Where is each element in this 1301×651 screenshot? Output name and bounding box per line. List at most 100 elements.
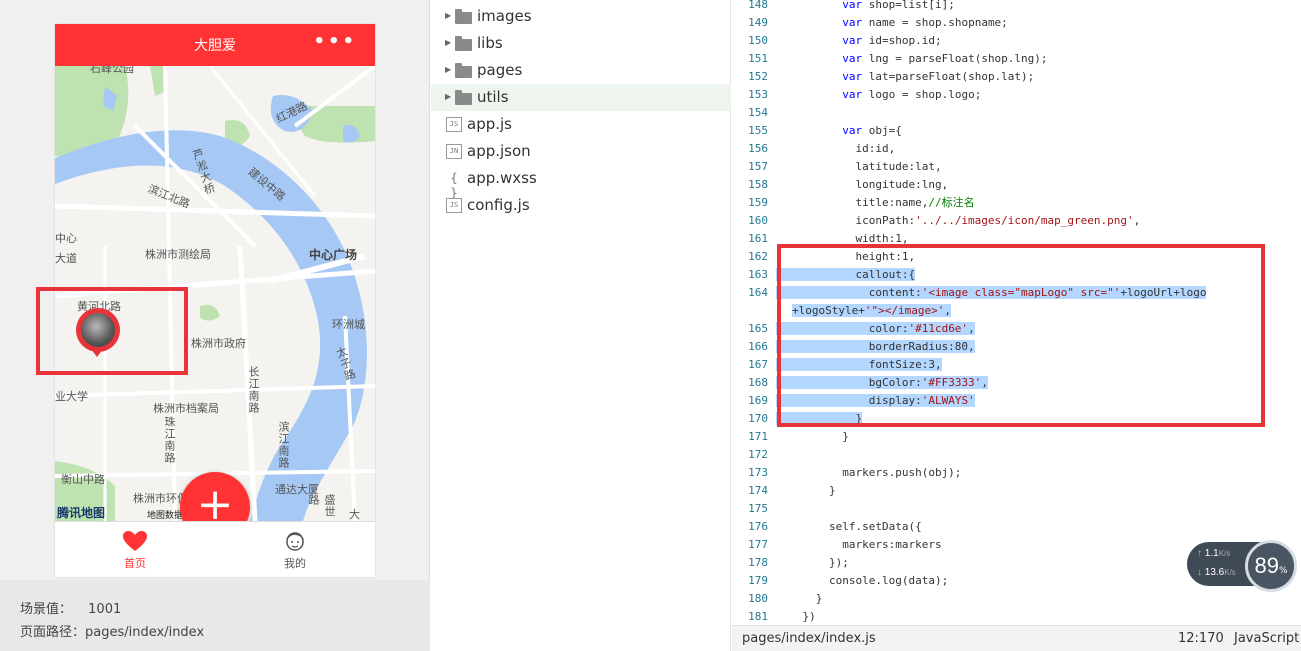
map-label: 环洲城 xyxy=(332,318,365,331)
line-number: 156 xyxy=(748,142,768,155)
code-text: var logo = shop.logo; xyxy=(842,88,982,101)
code-line[interactable]: 172 xyxy=(732,446,1301,464)
line-number: 161 xyxy=(748,232,768,245)
file-tree-label: images xyxy=(477,7,532,25)
folder-icon xyxy=(455,36,472,51)
upload-value: 1.1 xyxy=(1204,548,1219,559)
code-line[interactable]: 155 var obj={ xyxy=(732,122,1301,140)
code-text: longitude:lng, xyxy=(776,178,949,191)
line-number: 170 xyxy=(748,412,768,425)
code-line[interactable]: 158 longitude:lng, xyxy=(732,176,1301,194)
simulator-panel: 大胆爱 ••• 石峰公园 红港路 芦淞大桥 滨江北路 建设中路 中心 大道 株洲… xyxy=(0,0,430,651)
line-number: 181 xyxy=(748,610,768,623)
tab-bar: 首页 我的 xyxy=(55,521,375,577)
selection-highlight-box xyxy=(777,244,1265,427)
upload-speed: ↑ 1.1K/s xyxy=(1197,548,1230,559)
code-line[interactable]: 154 xyxy=(732,104,1301,122)
line-number: 152 xyxy=(748,70,768,83)
line-number: 179 xyxy=(748,574,768,587)
code-line[interactable]: 152 var lat=parseFloat(shop.lat); xyxy=(732,68,1301,86)
file-tree-item-app-js[interactable]: JS app.js xyxy=(431,111,731,138)
code-text: iconPath:'../../images/icon/map_green.pn… xyxy=(776,214,1141,227)
code-line[interactable]: 175 xyxy=(732,500,1301,518)
code-text: var lat=parseFloat(shop.lat); xyxy=(842,70,1035,83)
code-line[interactable]: 156 id:id, xyxy=(732,140,1301,158)
tab-home[interactable]: 首页 xyxy=(55,522,215,577)
file-tree-item-app-wxss[interactable]: { } app.wxss xyxy=(431,165,731,200)
expand-arrow-icon[interactable]: ▶ xyxy=(445,38,451,47)
tab-mine[interactable]: 我的 xyxy=(215,522,375,577)
code-line[interactable]: 151 var lng = parseFloat(shop.lng); xyxy=(732,50,1301,68)
file-tree-item-utils[interactable]: ▶ utils xyxy=(431,84,731,111)
code-text: var name = shop.shopname; xyxy=(842,16,1008,29)
line-number: 149 xyxy=(748,16,768,29)
code-text: console.log(data); xyxy=(776,574,949,587)
code-text: self.setData({ xyxy=(776,520,922,533)
file-tree-item-app-json[interactable]: JN app.json xyxy=(431,138,731,165)
map-label: 石峰公园 xyxy=(90,66,134,75)
code-text: var lng = parseFloat(shop.lng); xyxy=(842,52,1048,65)
line-number: 150 xyxy=(748,34,768,47)
file-tree-label: app.wxss xyxy=(467,169,537,187)
line-number: 180 xyxy=(748,592,768,605)
code-line[interactable]: 174 } xyxy=(732,482,1301,500)
line-number: 151 xyxy=(748,52,768,65)
file-tree-label: utils xyxy=(477,88,509,106)
code-text: title:name,//标注名 xyxy=(776,196,975,209)
code-line[interactable]: 171 } xyxy=(732,428,1301,446)
line-number: 164 xyxy=(748,286,768,299)
expand-arrow-icon[interactable]: ▶ xyxy=(445,11,451,20)
map-label: 衡山中路 xyxy=(61,473,105,486)
more-menu-icon[interactable]: ••• xyxy=(313,33,357,51)
page-path-value: pages/index/index xyxy=(85,625,205,640)
code-line[interactable]: 181 }) xyxy=(732,608,1301,626)
line-number: 176 xyxy=(748,520,768,533)
code-text: } xyxy=(776,592,823,605)
file-tree-label: app.js xyxy=(467,115,512,133)
download-value: 13.6 xyxy=(1204,567,1225,578)
line-number: 174 xyxy=(748,484,768,497)
code-text: var obj={ xyxy=(842,124,902,137)
line-number: 162 xyxy=(748,250,768,263)
code-line[interactable]: 159 title:name,//标注名 xyxy=(732,194,1301,212)
file-tree-item-libs[interactable]: ▶ libs xyxy=(431,30,731,57)
line-number: 166 xyxy=(748,340,768,353)
map-copyright[interactable]: 地图数据 xyxy=(147,508,183,521)
file-tree-item-config-js[interactable]: JS config.js xyxy=(431,192,731,219)
line-number: 173 xyxy=(748,466,768,479)
line-number: 160 xyxy=(748,214,768,227)
expand-arrow-icon[interactable]: ▶ xyxy=(445,65,451,74)
code-line[interactable]: 157 latitude:lat, xyxy=(732,158,1301,176)
file-tree-item-images[interactable]: ▶ images xyxy=(431,3,731,30)
code-line[interactable]: 148 var shop=list[i]; xyxy=(732,0,1301,14)
map-label: 大道 xyxy=(55,252,77,265)
line-number: 148 xyxy=(748,0,768,11)
scene-value: 1001 xyxy=(88,602,122,617)
code-text: var shop=list[i]; xyxy=(842,0,955,11)
percent-sign: % xyxy=(1278,566,1288,576)
file-tree-item-pages[interactable]: ▶ pages xyxy=(431,57,731,84)
file-icon: JS xyxy=(446,198,462,213)
page-path-line: 页面路径：pages/index/index xyxy=(20,621,204,640)
code-line[interactable]: 153 var logo = shop.logo; xyxy=(732,86,1301,104)
heart-icon xyxy=(123,531,147,551)
marker-highlight-box xyxy=(36,287,188,375)
scene-label: 场景值： xyxy=(20,602,73,617)
upload-unit: K/s xyxy=(1218,549,1231,558)
code-line[interactable]: 150 var id=shop.id; xyxy=(732,32,1301,50)
code-line[interactable]: 176 self.setData({ xyxy=(732,518,1301,536)
line-number: 167 xyxy=(748,358,768,371)
status-language[interactable]: JavaScript xyxy=(1234,631,1299,646)
network-speed-widget[interactable]: ↑ 1.1K/s ↓ 13.6K/s 89% xyxy=(1187,540,1299,592)
line-number: 175 xyxy=(748,502,768,515)
file-tree-label: libs xyxy=(477,34,503,52)
status-cursor-position[interactable]: 12:170 xyxy=(1178,631,1224,646)
code-line[interactable]: 180 } xyxy=(732,590,1301,608)
code-line[interactable]: 149 var name = shop.shopname; xyxy=(732,14,1301,32)
code-line[interactable]: 173 markers.push(obj); xyxy=(732,464,1301,482)
expand-arrow-icon[interactable]: ▶ xyxy=(445,92,451,101)
code-line[interactable]: 160 iconPath:'../../images/icon/map_gree… xyxy=(732,212,1301,230)
download-arrow-icon: ↓ xyxy=(1197,567,1202,578)
status-bar: pages/index/index.js 12:170 JavaScript xyxy=(732,625,1301,651)
line-number: 165 xyxy=(748,322,768,335)
